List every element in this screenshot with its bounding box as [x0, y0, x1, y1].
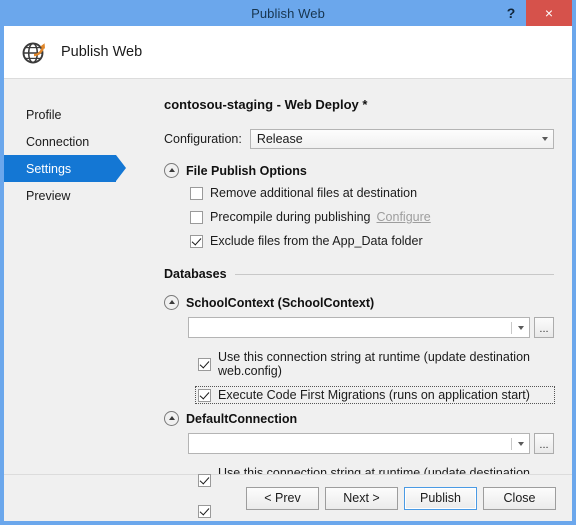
publish-button[interactable]: Publish	[404, 486, 477, 510]
configuration-label: Configuration:	[164, 132, 242, 146]
checkbox-box[interactable]	[198, 473, 211, 487]
checkbox-execute-code-first-migrations[interactable]: Execute Code First Migrations (runs on a…	[195, 386, 555, 404]
prev-button[interactable]: < Prev	[246, 486, 319, 510]
configuration-row: Configuration: Release	[164, 129, 554, 149]
help-button[interactable]: ?	[496, 0, 526, 26]
page-title: contosou-staging - Web Deploy *	[164, 97, 368, 112]
sidebar-item-profile[interactable]: Profile	[4, 101, 138, 128]
window-title: Publish Web	[251, 5, 325, 21]
next-button[interactable]: Next >	[325, 486, 398, 510]
defaultconnection-header[interactable]: DefaultConnection	[164, 411, 554, 426]
sidebar-item-label: Settings	[26, 161, 72, 176]
file-publish-options-title: File Publish Options	[186, 163, 307, 178]
dialog-body: Publish Web Profile Connection Settings …	[4, 26, 572, 521]
sidebar-nav: Profile Connection Settings Preview	[4, 79, 138, 474]
defaultconnection-browse-button[interactable]: ...	[534, 433, 554, 454]
checkbox-box[interactable]	[190, 210, 203, 224]
sidebar-item-settings[interactable]: Settings	[4, 155, 126, 182]
chevron-down-icon	[536, 137, 553, 141]
sidebar-item-preview[interactable]: Preview	[4, 182, 138, 209]
publish-web-dialog-window: Publish Web ? × Publish Web Profile Conn…	[0, 0, 576, 525]
close-icon[interactable]: ×	[526, 0, 572, 26]
dialog-header: Publish Web	[4, 26, 572, 79]
defaultconnection-connection-row: ...	[188, 433, 554, 454]
checkbox-box[interactable]	[198, 388, 211, 402]
title-bar: Publish Web ? ×	[4, 0, 572, 26]
sidebar-item-label: Profile	[26, 107, 62, 122]
checkbox-label: Execute Code First Migrations (runs on a…	[218, 388, 530, 402]
chevron-up-icon[interactable]	[164, 411, 179, 426]
close-button[interactable]: Close	[483, 486, 556, 510]
dialog-footer: < Prev Next > Publish Close	[4, 474, 572, 521]
checkbox-label: Use this connection string at runtime (u…	[218, 350, 530, 378]
defaultconnection-title: DefaultConnection	[186, 411, 298, 426]
chevron-up-icon[interactable]	[164, 295, 179, 310]
chevron-down-icon[interactable]	[512, 325, 529, 330]
databases-group-rule	[234, 273, 554, 275]
checkbox-label: Precompile during publishing	[210, 210, 371, 224]
chevron-up-icon[interactable]	[164, 163, 179, 178]
checkbox-box[interactable]	[190, 234, 203, 248]
checkbox-schoolcontext-use-connection-string[interactable]: Use this connection string at runtime (u…	[196, 349, 554, 379]
checkbox-box[interactable]	[198, 504, 211, 518]
schoolcontext-connection-input[interactable]	[188, 317, 530, 338]
checkbox-label: Remove additional files at destination	[210, 186, 418, 200]
schoolcontext-title: SchoolContext (SchoolContext)	[186, 295, 375, 310]
settings-panel: contosou-staging - Web Deploy * Configur…	[138, 79, 572, 518]
configure-precompile-link: Configure	[376, 210, 431, 224]
dialog-header-title: Publish Web	[61, 44, 143, 60]
checkbox-label: Exclude files from the App_Data folder	[210, 234, 423, 248]
dialog-main: Profile Connection Settings Preview cont…	[4, 79, 572, 518]
sidebar-item-label: Preview	[26, 188, 71, 203]
defaultconnection-connection-input[interactable]	[188, 433, 530, 454]
checkbox-exclude-app-data[interactable]: Exclude files from the App_Data folder	[188, 233, 554, 249]
schoolcontext-connection-row: ...	[188, 317, 554, 338]
checkbox-precompile-during-publishing[interactable]: Precompile during publishing Configure	[188, 209, 554, 225]
databases-group-header: Databases	[164, 267, 554, 281]
file-publish-options-header[interactable]: File Publish Options	[164, 163, 554, 178]
configuration-select[interactable]: Release	[249, 129, 554, 149]
sidebar-item-label: Connection	[26, 134, 90, 149]
databases-group-label: Databases	[164, 267, 227, 281]
configuration-value: Release	[256, 132, 303, 146]
globe-publish-icon	[20, 37, 50, 67]
schoolcontext-header[interactable]: SchoolContext (SchoolContext)	[164, 295, 554, 310]
chevron-down-icon[interactable]	[512, 441, 529, 446]
checkbox-box[interactable]	[190, 186, 203, 200]
checkbox-box[interactable]	[198, 357, 211, 371]
window-controls: ? ×	[496, 0, 572, 26]
checkbox-remove-additional-files[interactable]: Remove additional files at destination	[188, 185, 554, 201]
schoolcontext-browse-button[interactable]: ...	[534, 317, 554, 338]
sidebar-item-connection[interactable]: Connection	[4, 128, 138, 155]
